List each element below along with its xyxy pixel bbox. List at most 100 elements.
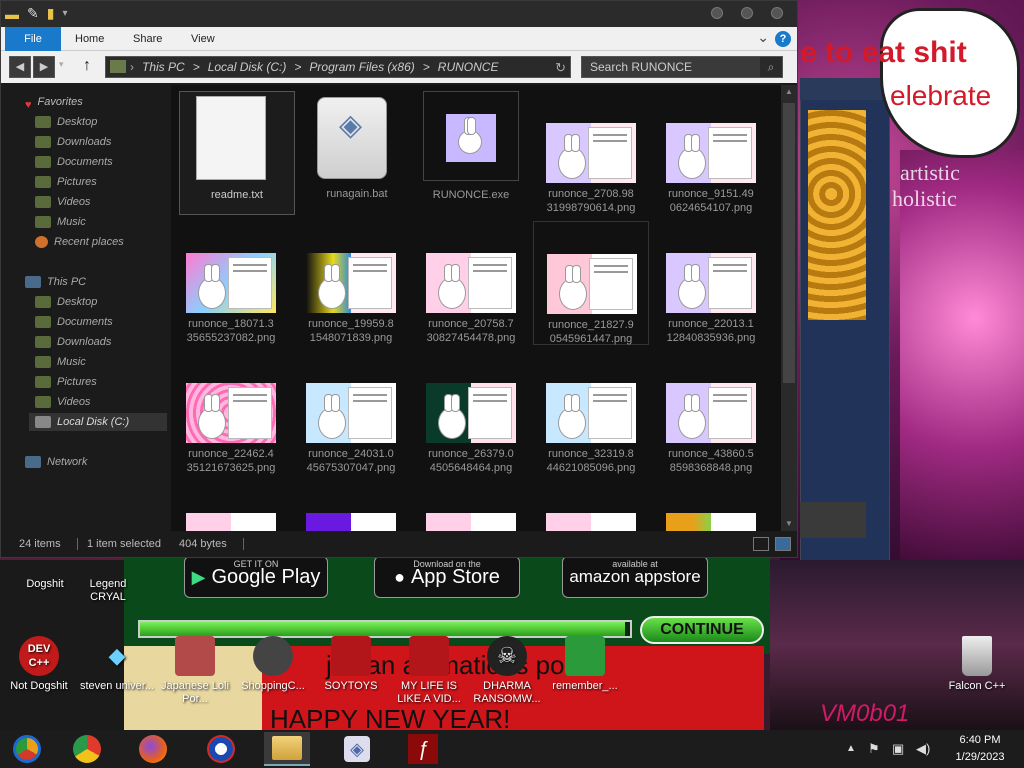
desktop-icon-my-life[interactable]: MY LIFE IS LIKE A VID...	[390, 636, 468, 706]
file-runonce-19959[interactable]: runonce_19959.8 1548071839.png	[293, 221, 409, 345]
network-status-icon[interactable]: ▣	[892, 730, 904, 768]
sidebar-item-music[interactable]: Music	[35, 213, 86, 231]
google-play-badge[interactable]: GET IT ON ▶ Google Play	[184, 556, 328, 598]
details-view-icon[interactable]	[753, 537, 769, 551]
list-item[interactable]	[533, 481, 649, 531]
new-folder-icon[interactable]: ▮	[47, 5, 55, 22]
selection-count: 1 item selected	[87, 538, 161, 550]
chrome-icon[interactable]	[64, 732, 110, 766]
tab-file[interactable]: File	[5, 27, 61, 51]
up-arrow-icon[interactable]: ↑	[83, 57, 91, 75]
refresh-icon[interactable]: ↻	[555, 58, 566, 78]
desktop-icon-shopping[interactable]: ShoppingC...	[234, 636, 312, 693]
desktop-icon-steven-universe[interactable]: ◆ steven univer...	[78, 636, 156, 693]
sidebar-item-pc-downloads[interactable]: Downloads	[35, 333, 111, 351]
chrome-canary-icon[interactable]	[4, 732, 50, 766]
file-runonce-24031[interactable]: runonce_24031.0 45675307047.png	[293, 351, 409, 475]
file-runonce-32319[interactable]: runonce_32319.8 44621085096.png	[533, 351, 649, 475]
forward-button[interactable]: ▶	[33, 56, 55, 78]
sidebar-item-downloads[interactable]: Downloads	[35, 133, 111, 151]
large-icons-view-icon[interactable]	[775, 537, 791, 551]
chevron-down-icon[interactable]: ▾	[62, 8, 67, 19]
file-runonce-9151[interactable]: runonce_9151.49 0624654107.png	[653, 91, 769, 215]
sidebar-item-pc-documents[interactable]: Documents	[35, 313, 113, 331]
list-item[interactable]	[653, 481, 769, 531]
recent-locations-icon[interactable]: ▾	[59, 59, 64, 70]
file-runonce-exe[interactable]: RUNONCE.exe	[423, 91, 519, 201]
list-item[interactable]	[293, 481, 409, 531]
sidebar-item-local-disk[interactable]: Local Disk (C:)	[29, 413, 167, 431]
file-runonce-2708[interactable]: runonce_2708.98 31998790614.png	[533, 91, 649, 215]
file-runonce-20758[interactable]: runonce_20758.7 30827454478.png	[413, 221, 529, 345]
sidebar-item-pc-videos[interactable]: Videos	[35, 393, 90, 411]
sidebar-item-documents[interactable]: Documents	[35, 153, 113, 171]
scroll-up-icon[interactable]: ▲	[781, 85, 797, 99]
breadcrumb-runonce[interactable]: RUNONCE	[438, 57, 499, 77]
image-icon	[565, 636, 605, 676]
volume-icon[interactable]: ◀)	[916, 730, 930, 768]
file-runonce-21827[interactable]: runonce_21827.9 0545961447.png	[533, 221, 649, 345]
properties-icon[interactable]: ✎	[27, 5, 39, 22]
maximize-button[interactable]	[741, 7, 753, 19]
sidebar-item-desktop[interactable]: Desktop	[35, 113, 97, 131]
desktop-icon-remember[interactable]: remember_...	[546, 636, 624, 693]
file-runagain-bat[interactable]: ◈ runagain.bat	[299, 91, 415, 215]
close-button[interactable]	[771, 7, 783, 19]
file-readme-txt[interactable]: readme.txt	[179, 91, 295, 215]
desktop-icon-falcon[interactable]: Falcon C++	[938, 636, 1016, 693]
desktop-icon-dogshit[interactable]: Dogshit	[6, 578, 84, 591]
breadcrumb-this-pc[interactable]: This PC	[142, 57, 185, 77]
sidebar-item-pc-music[interactable]: Music	[35, 353, 86, 371]
file-runonce-18071[interactable]: runonce_18071.3 35655237082.png	[173, 221, 289, 345]
videos-icon	[35, 396, 51, 409]
taskbar: ◈ ƒ ▲ ⚑ ▣ ◀) 6:40 PM 1/29/2023	[0, 730, 1024, 768]
sidebar-item-recent-places[interactable]: Recent places	[35, 233, 124, 251]
minimize-button[interactable]	[711, 7, 723, 19]
flag-icon[interactable]: ⚑	[868, 730, 880, 768]
bunny-app-icon	[446, 114, 496, 162]
tab-home[interactable]: Home	[65, 27, 114, 51]
file-explorer-icon[interactable]	[264, 732, 310, 766]
tab-view[interactable]: View	[181, 27, 225, 51]
scroll-down-icon[interactable]: ▼	[781, 517, 797, 531]
search-icon[interactable]: ⌕	[760, 57, 782, 77]
file-runonce-26379[interactable]: runonce_26379.0 4505648464.png	[413, 351, 529, 475]
system-clock[interactable]: 6:40 PM 1/29/2023	[940, 732, 1020, 766]
file-runonce-22013[interactable]: runonce_22013.1 12840835936.png	[653, 221, 769, 345]
chevron-down-icon[interactable]: ⌄	[757, 29, 769, 46]
sidebar-item-pictures[interactable]: Pictures	[35, 173, 97, 191]
file-runonce-43860[interactable]: runonce_43860.5 8598368848.png	[653, 351, 769, 475]
amazon-appstore-badge[interactable]: available at amazon appstore	[562, 556, 708, 598]
desktop-icon-dharma[interactable]: ☠ DHARMA RANSOMW...	[468, 636, 546, 706]
sidebar-item-videos[interactable]: Videos	[35, 193, 90, 211]
edge-icon[interactable]	[198, 732, 244, 766]
address-bar[interactable]: › This PC > Local Disk (C:) > Program Fi…	[105, 56, 571, 78]
sidebar-this-pc[interactable]: This PC	[25, 273, 86, 291]
scrollbar-thumb[interactable]	[783, 103, 795, 383]
sidebar-item-pc-desktop[interactable]: Desktop	[35, 293, 97, 311]
desktop-icon-japanese[interactable]: Japanese Loli Por...	[156, 636, 234, 706]
vertical-scrollbar[interactable]: ▲ ▼	[781, 85, 797, 531]
firefox-icon[interactable]	[130, 732, 176, 766]
sidebar-network[interactable]: Network	[25, 453, 87, 471]
continue-button[interactable]: CONTINUE	[640, 616, 764, 644]
app-store-badge[interactable]: Download on the ● App Store	[374, 556, 520, 598]
image-thumbnail	[306, 253, 396, 313]
breadcrumb-local-disk[interactable]: Local Disk (C:)	[208, 57, 287, 77]
desktop-icon-not-dogshit[interactable]: DEV C++ Not Dogshit	[0, 636, 78, 693]
sidebar-favorites[interactable]: ♥ Favorites	[25, 93, 83, 111]
list-item[interactable]	[173, 481, 289, 531]
runonce-icon[interactable]: ◈	[334, 732, 380, 766]
sidebar-item-pc-pictures[interactable]: Pictures	[35, 373, 97, 391]
show-hidden-icons-icon[interactable]: ▲	[846, 730, 856, 768]
back-button[interactable]: ◀	[9, 56, 31, 78]
breadcrumb-program-files[interactable]: Program Files (x86)	[309, 57, 414, 77]
desktop-icon-legend[interactable]: Legend CRYAL	[80, 578, 136, 604]
help-button[interactable]: ?	[775, 31, 791, 47]
tab-share[interactable]: Share	[123, 27, 172, 51]
desktop-icon-soytoys[interactable]: SOYTOYS	[312, 636, 390, 693]
flash-icon[interactable]: ƒ	[400, 732, 446, 766]
search-input[interactable]: Search RUNONCE ⌕	[581, 56, 783, 78]
file-runonce-22462[interactable]: runonce_22462.4 35121673625.png	[173, 351, 289, 475]
list-item[interactable]	[413, 481, 529, 531]
